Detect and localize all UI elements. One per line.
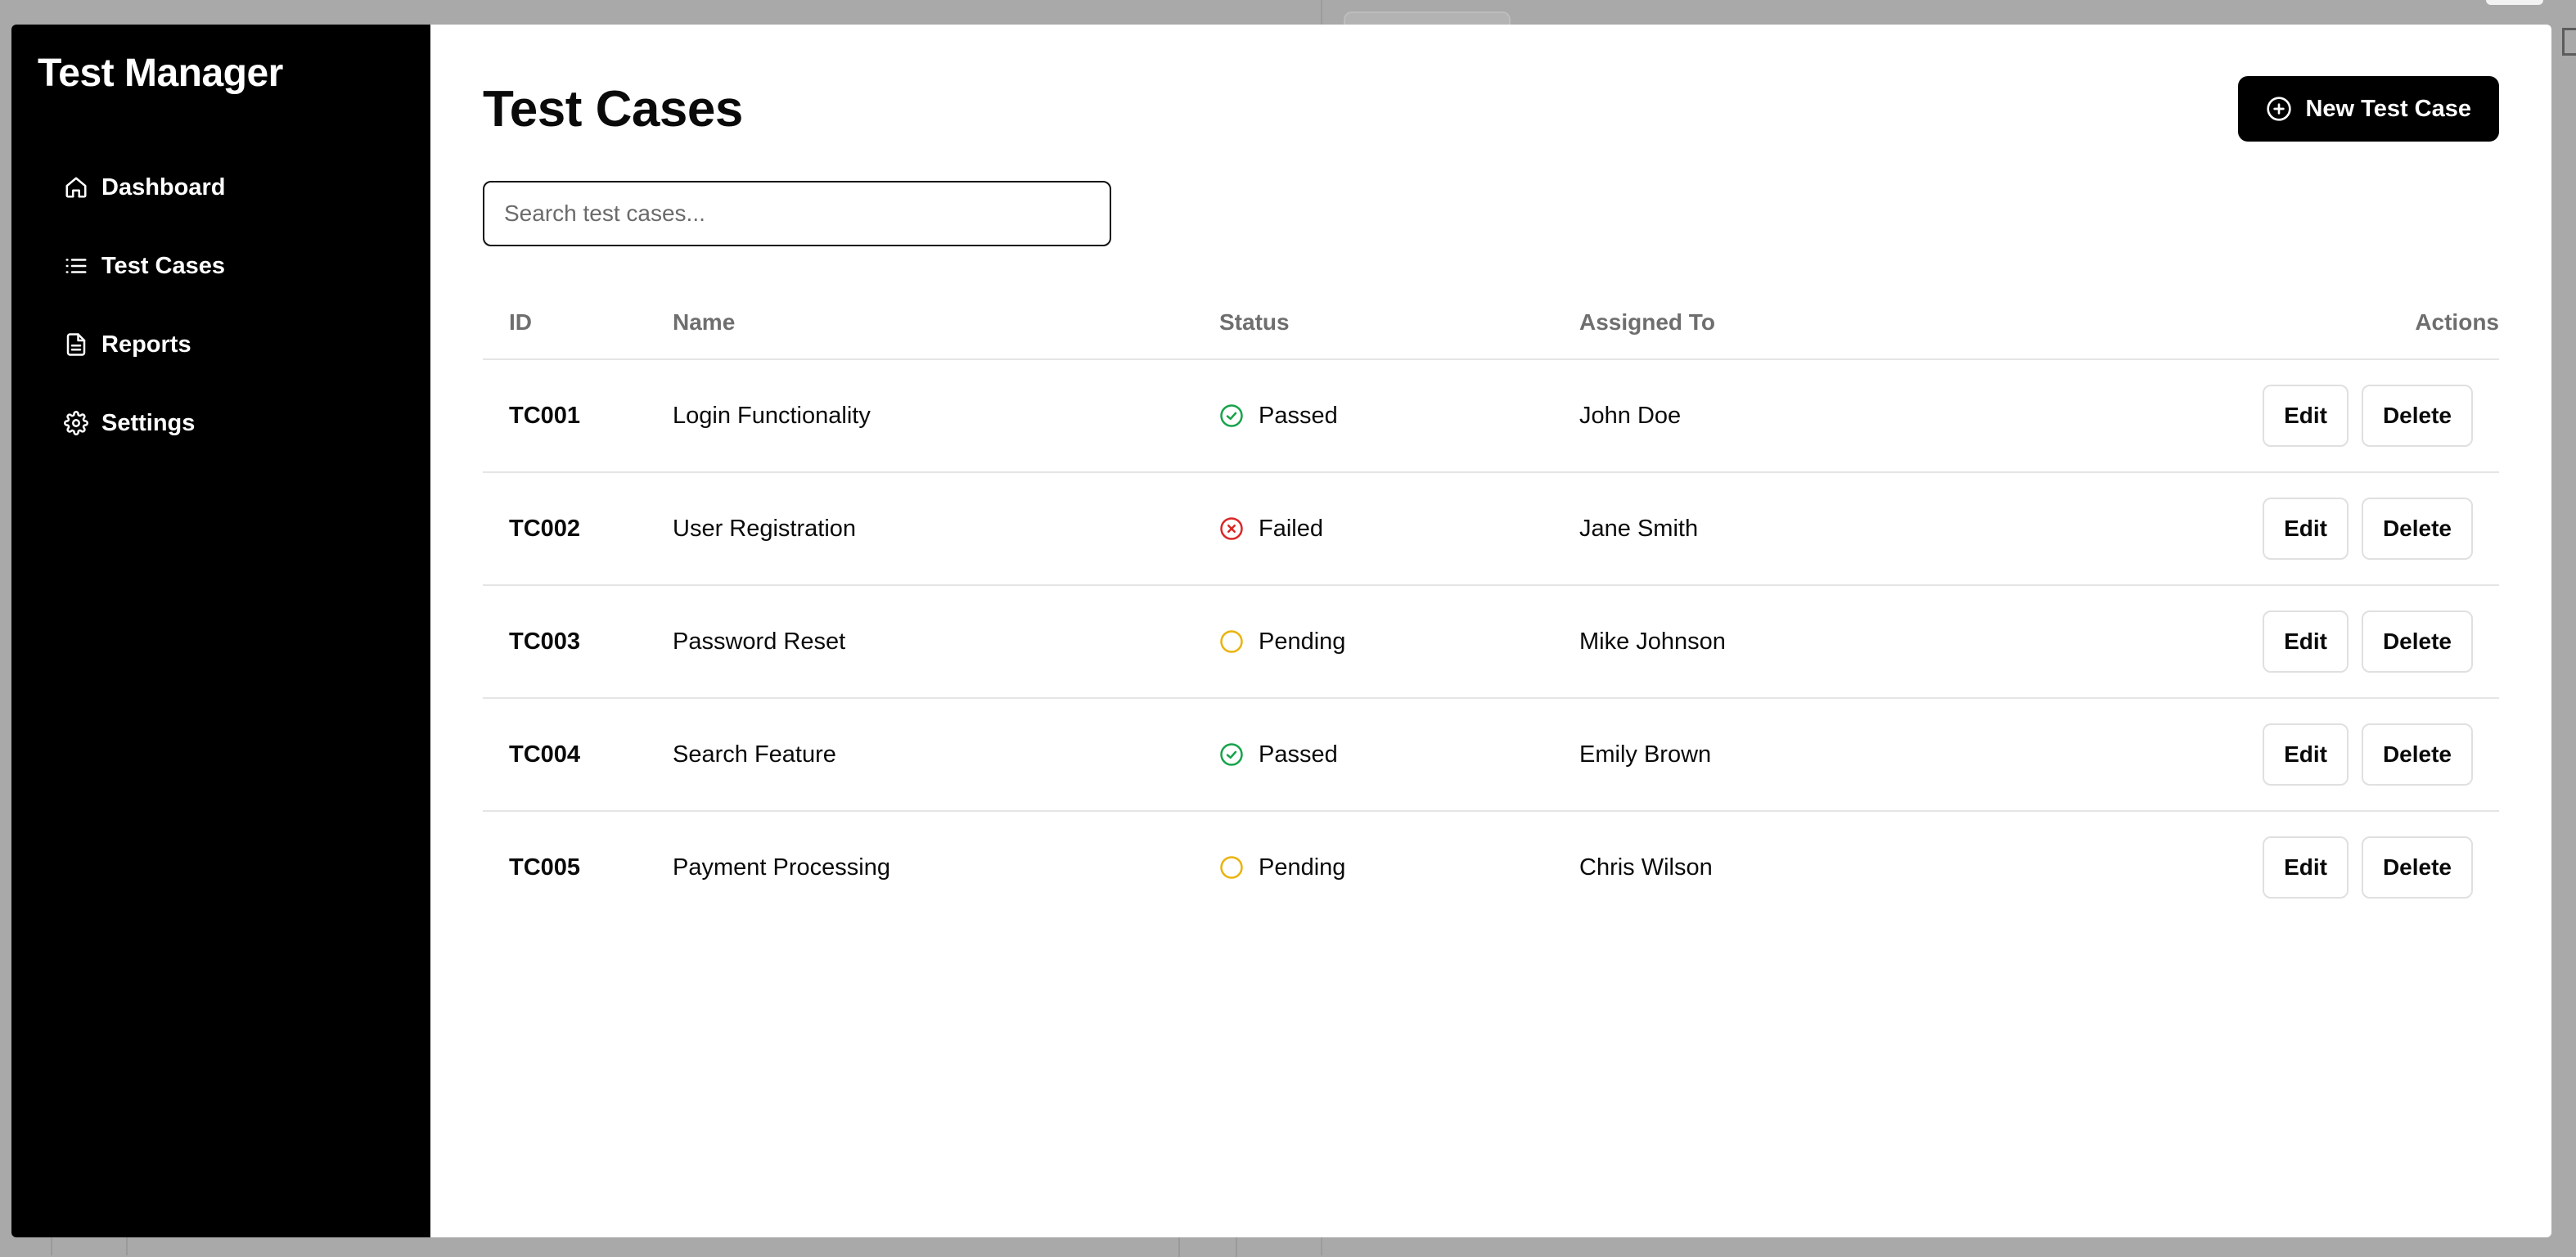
x-circle-icon — [1220, 517, 1243, 540]
table-header: ID Name Status Assigned To Actions — [483, 286, 2499, 360]
status-label: Pending — [1259, 854, 1346, 881]
pending-circle-icon — [1220, 856, 1243, 879]
app-title: Test Manager — [38, 52, 283, 95]
row-id: TC004 — [509, 741, 581, 768]
delete-button[interactable]: Delete — [2361, 610, 2473, 673]
header-actions: Actions — [2415, 309, 2499, 335]
sidebar: Test Manager Dashboard Test Cases Report… — [11, 25, 430, 1237]
row-id: TC005 — [509, 854, 581, 881]
edit-button[interactable]: Edit — [2263, 723, 2349, 786]
row-name: Password Reset — [673, 628, 846, 655]
row-assigned: Emily Brown — [1579, 741, 1712, 768]
list-icon — [65, 259, 87, 273]
row-id: TC002 — [509, 515, 581, 542]
check-circle-icon — [1220, 404, 1243, 427]
delete-button[interactable]: Delete — [2361, 385, 2473, 447]
table-row: TC002 User Registration Failed Jane Smit… — [483, 473, 2499, 586]
row-actions: Edit Delete — [2070, 836, 2499, 899]
header-name: Name — [673, 309, 736, 335]
test-manager-window: Test Manager Dashboard Test Cases Report… — [11, 25, 2551, 1237]
gear-icon — [64, 411, 88, 435]
sidebar-item-settings[interactable]: Settings — [38, 384, 404, 462]
delete-button[interactable]: Delete — [2361, 498, 2473, 560]
row-assigned: Jane Smith — [1579, 515, 1699, 542]
new-test-case-button[interactable]: New Test Case — [2238, 76, 2499, 142]
row-actions: Edit Delete — [2070, 498, 2499, 560]
sidebar-item-test-cases[interactable]: Test Cases — [38, 227, 404, 305]
check-circle-icon — [1220, 743, 1243, 766]
row-name: Login Functionality — [673, 402, 871, 429]
header-id: ID — [509, 309, 532, 335]
new-test-case-label: New Test Case — [2305, 95, 2471, 122]
row-status: Pending — [1219, 628, 1579, 656]
row-id: TC003 — [509, 628, 581, 655]
table-row: TC005 Payment Processing Pending Chris W… — [483, 812, 2499, 923]
edit-button[interactable]: Edit — [2263, 498, 2349, 560]
status-label: Passed — [1259, 741, 1338, 768]
status-label: Passed — [1259, 402, 1338, 429]
row-name: Search Feature — [673, 741, 836, 768]
test-cases-table: ID Name Status Assigned To Actions TC001… — [483, 286, 2499, 923]
main-content: Test Cases New Test Case ID Name Status … — [430, 25, 2551, 1237]
home-icon — [65, 177, 87, 198]
edit-button[interactable]: Edit — [2263, 610, 2349, 673]
edit-button[interactable]: Edit — [2263, 836, 2349, 899]
sidebar-item-label: Reports — [101, 331, 191, 358]
table-row: TC004 Search Feature Passed Emily Brown … — [483, 699, 2499, 812]
sidebar-item-label: Dashboard — [101, 173, 226, 200]
row-actions: Edit Delete — [2070, 385, 2499, 447]
row-assigned: Chris Wilson — [1579, 854, 1713, 881]
status-label: Failed — [1259, 515, 1323, 542]
row-actions: Edit Delete — [2070, 723, 2499, 786]
row-assigned: John Doe — [1579, 402, 1682, 429]
sidebar-nav: Dashboard Test Cases Reports Settings — [38, 148, 404, 462]
plus-circle-icon — [2267, 97, 2292, 121]
page-title: Test Cases — [483, 81, 743, 137]
status-label: Pending — [1259, 628, 1346, 655]
row-status: Pending — [1219, 854, 1579, 881]
row-name: Payment Processing — [673, 854, 890, 881]
header-assigned-to: Assigned To — [1579, 309, 1715, 335]
pending-circle-icon — [1220, 630, 1243, 653]
expand-icon — [2562, 28, 2576, 56]
row-status: Failed — [1219, 516, 1579, 543]
row-id: TC001 — [509, 402, 581, 429]
delete-button[interactable]: Delete — [2361, 723, 2473, 786]
sidebar-item-label: Test Cases — [101, 252, 225, 279]
search-input[interactable] — [483, 181, 1111, 246]
sidebar-item-label: Settings — [101, 409, 196, 436]
edit-button[interactable]: Edit — [2263, 385, 2349, 447]
sidebar-item-reports[interactable]: Reports — [38, 305, 404, 384]
background-button — [2486, 0, 2543, 5]
sidebar-item-dashboard[interactable]: Dashboard — [38, 148, 404, 227]
row-status: Passed — [1219, 403, 1579, 430]
header-status: Status — [1219, 309, 1290, 335]
row-actions: Edit Delete — [2070, 610, 2499, 673]
table-row: TC001 Login Functionality Passed John Do… — [483, 360, 2499, 473]
row-assigned: Mike Johnson — [1579, 628, 1726, 655]
table-row: TC003 Password Reset Pending Mike Johnso… — [483, 586, 2499, 699]
attachment-icon — [51, 1236, 128, 1255]
delete-button[interactable]: Delete — [2361, 836, 2473, 899]
row-name: User Registration — [673, 515, 857, 542]
document-icon — [66, 333, 86, 356]
row-status: Passed — [1219, 741, 1579, 768]
